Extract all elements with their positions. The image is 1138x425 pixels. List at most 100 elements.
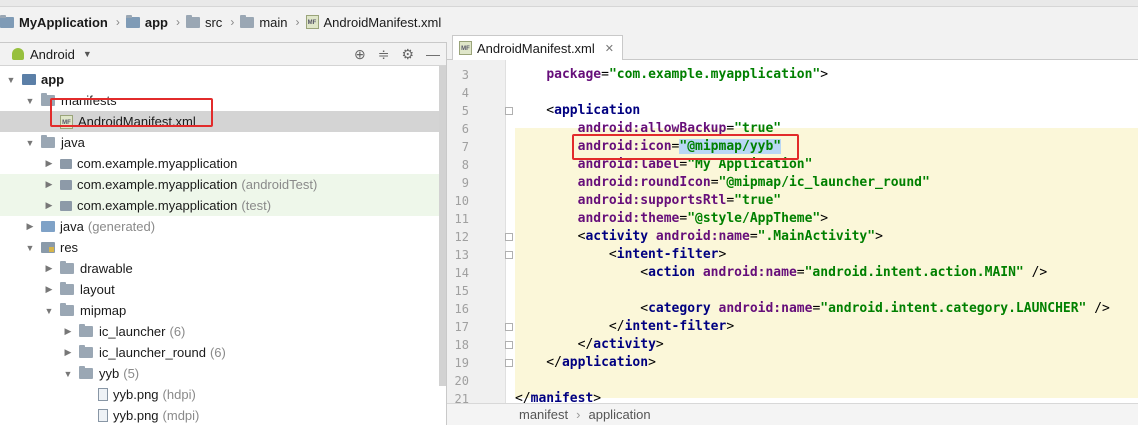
chevron-right-icon[interactable]: ▶	[63, 347, 73, 358]
line-number: 18	[454, 338, 469, 352]
chevron-right-icon[interactable]: ▶	[44, 284, 54, 295]
breadcrumb-label: main	[259, 14, 288, 30]
chevron-down-icon[interactable]: ▼	[83, 49, 92, 59]
tree-item[interactable]: ▼ app	[0, 69, 446, 90]
fold-marker-icon[interactable]	[505, 341, 513, 349]
close-icon[interactable]: ✕	[605, 42, 614, 55]
chevron-right-icon[interactable]: ▶	[63, 326, 73, 337]
code-area[interactable]: 3 package="com.example.myapplication"> 4 5…	[447, 60, 1138, 410]
tree-item[interactable]: ▶ ic_launcher (6)	[0, 321, 446, 342]
chevron-right-icon[interactable]: ▶	[44, 179, 54, 190]
chevron-down-icon[interactable]: ▼	[25, 243, 35, 253]
tree-item-label: com.example.myapplication	[77, 156, 238, 171]
chevron-down-icon[interactable]: ▼	[6, 75, 16, 85]
code-text: </intent-filter>	[515, 318, 734, 336]
collapse-all-icon[interactable]: ≑	[378, 46, 390, 63]
fold-marker-icon[interactable]	[505, 359, 513, 367]
tree-item-hint: (generated)	[87, 219, 156, 234]
scrollbar[interactable]	[439, 66, 446, 386]
tab-androidmanifest[interactable]: MF AndroidManifest.xml ✕	[452, 35, 623, 60]
fold-marker-icon[interactable]	[505, 323, 513, 331]
code-token: >	[820, 67, 829, 82]
fold-marker-icon[interactable]	[505, 251, 513, 259]
chevron-right-icon[interactable]: ▶	[44, 263, 54, 274]
code-token: "android.intent.action.MAIN"	[804, 265, 1024, 280]
breadcrumb-main[interactable]: main	[240, 14, 288, 30]
breadcrumb-file[interactable]: MF AndroidManifest.xml	[305, 15, 441, 30]
breadcrumb-application[interactable]: application	[588, 407, 650, 422]
line-number: 20	[454, 374, 469, 388]
breadcrumb-app[interactable]: app	[125, 14, 168, 30]
tree-item[interactable]: yyb.png (hdpi)	[0, 384, 446, 405]
code-text: </activity>	[515, 336, 664, 354]
code-token: />	[1023, 265, 1048, 280]
chevron-right-icon[interactable]: ▶	[25, 221, 35, 232]
code-text: android:roundIcon="@mipmap/ic_launcher_r…	[515, 174, 930, 192]
chevron-right-icon[interactable]: ▶	[44, 158, 54, 169]
manifest-file-icon: MF	[459, 41, 472, 55]
locate-icon[interactable]: ⊕	[354, 46, 366, 63]
tree-item[interactable]: ▶ java (generated)	[0, 216, 446, 237]
chevron-down-icon[interactable]: ▼	[44, 306, 54, 316]
tree-item[interactable]: ▶ layout	[0, 279, 446, 300]
fold-marker-icon[interactable]	[505, 233, 513, 241]
chevron-down-icon[interactable]: ▼	[25, 96, 35, 106]
generated-folder-icon	[41, 221, 55, 232]
code-line: 20	[447, 372, 1138, 390]
package-icon	[60, 200, 72, 211]
code-text: <action android:name="android.intent.act…	[515, 264, 1047, 282]
tree-item-label: ic_launcher	[99, 324, 166, 339]
chevron-down-icon[interactable]: ▼	[63, 369, 73, 379]
chevron-down-icon[interactable]: ▼	[25, 138, 35, 148]
code-text: <category android:name="android.intent.c…	[515, 300, 1110, 318]
code-token: =	[749, 229, 758, 244]
line-number: 11	[454, 212, 469, 226]
code-token: >	[820, 211, 829, 226]
tree-item-label: yyb.png	[113, 408, 159, 423]
fold-marker-icon[interactable]	[505, 107, 513, 115]
tree-item[interactable]: ▶ com.example.myapplication	[0, 153, 446, 174]
tree-item-label: ic_launcher_round	[99, 345, 206, 360]
project-view-selector[interactable]: Android	[30, 47, 75, 62]
tree-item[interactable]: ▼ yyb (5)	[0, 363, 446, 384]
folder-icon	[185, 14, 200, 28]
module-folder-icon	[22, 74, 36, 85]
tree-item[interactable]: ▶ ic_launcher_round (6)	[0, 342, 446, 363]
tab-label: AndroidManifest.xml	[477, 40, 595, 56]
tree-item[interactable]: ▶ drawable	[0, 258, 446, 279]
chevron-right-icon[interactable]: ▶	[44, 200, 54, 211]
code-text: </application>	[515, 354, 656, 372]
chevron-right-icon: ›	[115, 15, 120, 29]
editor-tab-bar: MF AndroidManifest.xml ✕	[447, 33, 1138, 60]
hide-icon[interactable]: —	[426, 46, 440, 63]
project-panel: Android ▼ ⊕ ≑ ⚙ — ▼ app ▼ manifests MF Androi…	[0, 43, 447, 425]
code-token: intent-filter	[616, 247, 719, 262]
code-token: >	[718, 247, 727, 262]
tree-item[interactable]: ▼ res	[0, 237, 446, 258]
res-folder-icon	[41, 242, 55, 253]
code-token: "android.intent.category.LAUNCHER"	[820, 301, 1087, 316]
breadcrumb-label: app	[144, 14, 168, 30]
line-number: 14	[454, 266, 469, 280]
breadcrumb-manifest[interactable]: manifest	[519, 407, 568, 422]
tree-item[interactable]: ▼ java	[0, 132, 446, 153]
gear-icon[interactable]: ⚙	[401, 46, 414, 63]
breadcrumb-src[interactable]: src	[185, 14, 223, 30]
code-line: 12 <activity android:name=".MainActivity…	[447, 228, 1138, 246]
tree-item-label: layout	[80, 282, 115, 297]
manifest-file-icon: MF	[305, 15, 319, 29]
tree-item[interactable]: ▶ com.example.myapplication (androidTest)	[0, 174, 446, 195]
tree-item[interactable]: ▶ com.example.myapplication (test)	[0, 195, 446, 216]
folder-icon	[240, 14, 255, 28]
line-number: 9	[461, 176, 469, 190]
tree-item[interactable]: ▼ mipmap	[0, 300, 446, 321]
folder-icon	[79, 345, 93, 358]
breadcrumb-project[interactable]: MyApplication	[0, 14, 108, 30]
tree-item-hint: (mdpi)	[162, 408, 200, 423]
tree-item[interactable]: yyb.png (mdpi)	[0, 405, 446, 425]
code-token: <	[515, 247, 617, 262]
tree-item-label: yyb	[99, 366, 120, 381]
breadcrumb-label: src	[204, 14, 223, 30]
tree-item-hint: (test)	[241, 198, 272, 213]
